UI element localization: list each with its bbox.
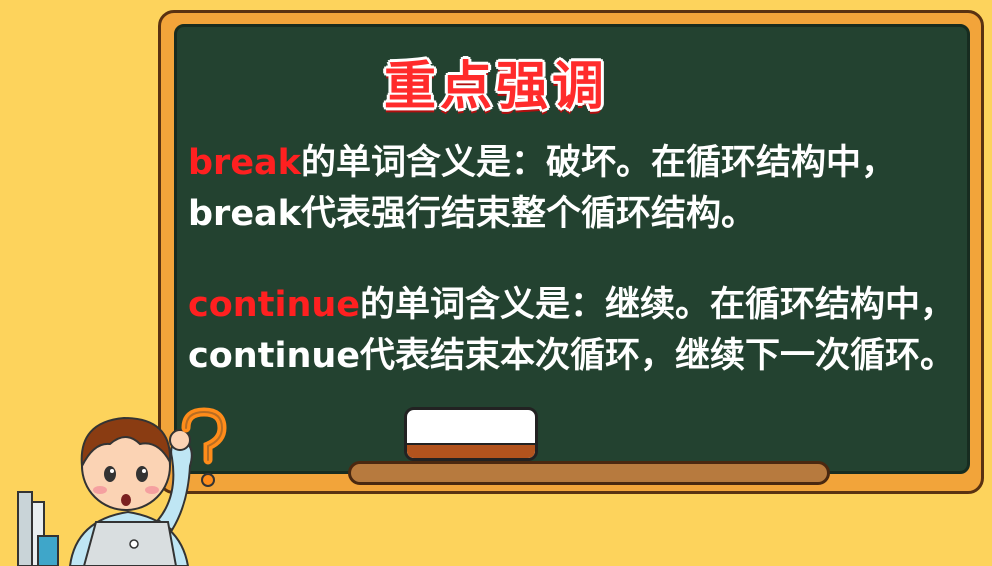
break-paragraph: break的单词含义是：破坏。在循环结构中，break代表强行结束整个循环结构。 xyxy=(188,138,958,240)
continue-keyword: continue xyxy=(188,285,361,325)
break-keyword: break xyxy=(188,143,301,183)
chalk-tray xyxy=(348,461,830,485)
continue-paragraph: continue的单词含义是：继续。在循环结构中，continue代表结束本次循… xyxy=(188,280,958,382)
chalkboard-eraser xyxy=(404,407,538,461)
board-title: 重点强调 xyxy=(383,57,608,117)
confused-boy-illustration xyxy=(17,407,227,566)
